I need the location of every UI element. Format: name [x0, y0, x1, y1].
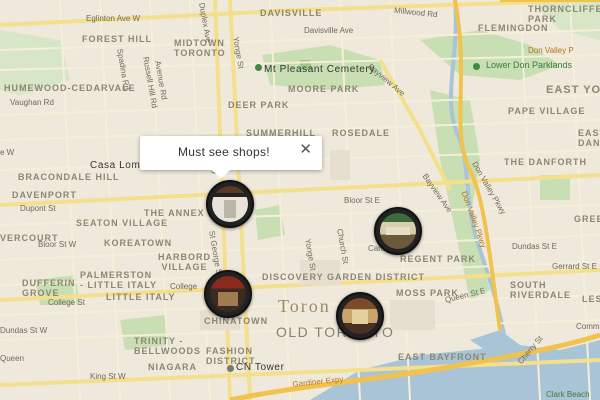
place-toronto[interactable]: Toron [278, 296, 331, 317]
info-window: Must see shops! ✕ [140, 136, 322, 179]
shop-window [352, 310, 368, 324]
label-little-italy: LITTLE ITALY [106, 292, 176, 302]
label-deer-park: DEER PARK [228, 100, 290, 110]
road-bloor-e: Bloor St E [344, 196, 381, 205]
label-the-annex: THE ANNEX [144, 208, 205, 218]
road-dundas-e: Dundas St E [512, 242, 557, 251]
label-niagara: NIAGARA [148, 362, 197, 372]
label-east-danforth: EAST DANF [578, 128, 600, 148]
label-dufferin-grove: DUFFERIN GROVE [22, 278, 76, 298]
label-palmerston: PALMERSTON - LITTLE ITALY [80, 270, 157, 290]
info-window-text: Must see shops! [178, 145, 270, 159]
label-the-danforth: THE DANFORTH [504, 157, 587, 167]
shop-marker-1[interactable] [206, 180, 254, 228]
storefront-black-icon [212, 186, 248, 222]
road-eglinton: Eglinton Ave W [86, 14, 141, 23]
road-gerrard-e: Gerrard St E [552, 262, 597, 271]
road-ave-w: e W [0, 148, 15, 157]
label-koreatown: KOREATOWN [104, 238, 173, 248]
shop-marker-2[interactable] [374, 207, 422, 255]
label-bracondale-hill: BRACONDALE HILL [18, 172, 120, 182]
place-cn-tower[interactable]: CN Tower [236, 362, 285, 373]
label-regent-park: REGENT PARK [400, 254, 476, 264]
cn-tower-poi-icon[interactable] [227, 365, 234, 372]
label-east-york: EAST YO [546, 84, 600, 96]
shop-window [218, 292, 238, 306]
label-chinatown: CHINATOWN [204, 316, 269, 326]
label-greenwood: GREEN [574, 214, 600, 224]
road-dupont: Dupont St [20, 204, 56, 213]
label-east-bayfront: EAST BAYFRONT [398, 352, 487, 362]
label-midtown-toronto: MIDTOWN TORONTO [174, 38, 226, 58]
road-don-valley-top: Don Valley P [528, 46, 574, 55]
label-thorncliffe-park: THORNCLIFFE PARK [528, 4, 600, 24]
storefront-red-icon [210, 276, 246, 312]
road-davisville-ave: Davisville Ave [304, 26, 354, 35]
place-casa-loma[interactable]: Casa Loma [90, 160, 147, 171]
storefront-green-icon [380, 213, 416, 249]
road-vaughan: Vaughan Rd [10, 98, 54, 107]
road-commissioners: Comm [576, 322, 600, 331]
label-flemingdon: FLEMINGDON [478, 23, 549, 33]
park-poi-icon[interactable] [473, 63, 480, 70]
label-trinity-bellwoods: TRINITY - BELLWOODS [134, 336, 201, 356]
label-seaton-village: SEATON VILLAGE [76, 218, 169, 228]
label-forest-hill: FOREST HILL [82, 34, 152, 44]
label-rosedale: ROSEDALE [332, 128, 391, 138]
road-lower-don-parklands: Lower Don Parklands [486, 60, 573, 70]
label-davisville: DAVISVILLE [260, 8, 323, 18]
label-harbord-village: HARBORD VILLAGE [158, 252, 211, 272]
close-icon[interactable]: ✕ [299, 142, 312, 158]
shop-marker-4[interactable] [336, 292, 384, 340]
road-king-w: King St W [90, 372, 126, 381]
storefront-brown-icon [342, 298, 378, 334]
road-bloor-w: Bloor St W [38, 240, 77, 249]
road-dundas-w: Dundas St W [0, 326, 48, 335]
road-college: College [170, 282, 198, 291]
label-south-riverdale: SOUTH RIVERDALE [510, 280, 572, 300]
shop-marker-3[interactable] [204, 270, 252, 318]
label-moore-park: MOORE PARK [288, 84, 360, 94]
label-davenport: DAVENPORT [12, 190, 77, 200]
label-leslieville: LESL [582, 294, 600, 304]
map-canvas[interactable]: DAVISVILLE FOREST HILL MIDTOWN TORONTO M… [0, 0, 600, 400]
road-queen-w: Queen [0, 354, 25, 363]
cemetery-poi-icon[interactable] [255, 64, 262, 71]
label-discovery-garden-district: DISCOVERY GARDEN DISTRICT [262, 272, 426, 282]
place-mt-pleasant-cemetery[interactable]: Mt Pleasant Cemetery [264, 64, 375, 75]
label-pape-village: PAPE VILLAGE [508, 106, 586, 116]
road-clark-beach: Clark Beach [546, 390, 590, 399]
road-college-st: College St [48, 298, 85, 307]
shop-window [386, 227, 410, 235]
label-humewood-cedarvale: HUMEWOOD-CEDARVALE [4, 83, 136, 93]
shop-door [224, 200, 236, 218]
